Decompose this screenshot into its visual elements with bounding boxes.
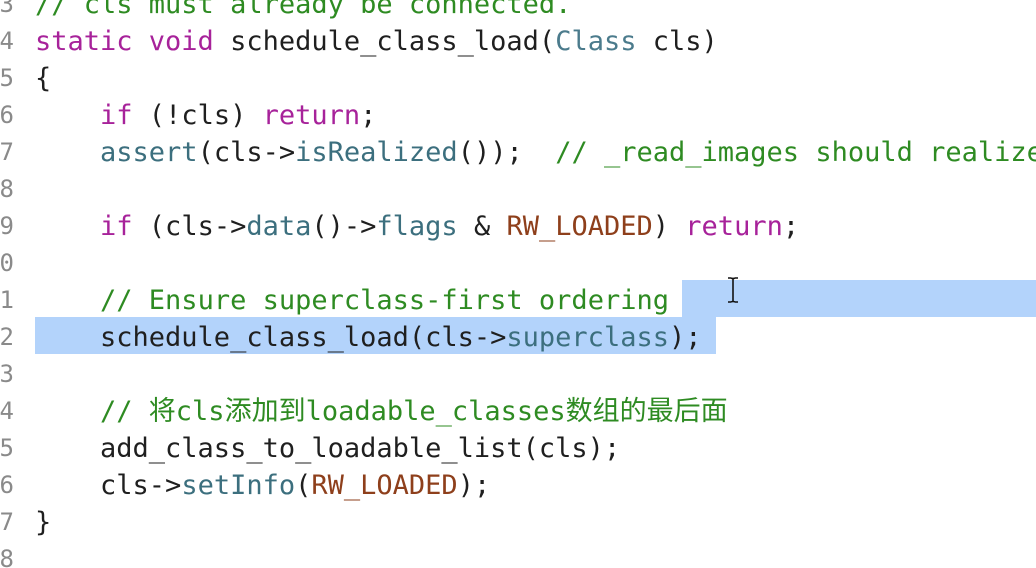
code-token: ); xyxy=(457,470,491,501)
code-text: if (cls->data()->flags & RW_LOADED) retu… xyxy=(35,208,799,245)
code-token: cls) xyxy=(636,26,718,57)
line-number: 4 xyxy=(0,397,14,425)
code-token: RW_LOADED xyxy=(311,470,458,501)
code-token: setInfo xyxy=(181,470,296,501)
code-token: { xyxy=(35,63,52,94)
code-line[interactable]: 0 xyxy=(0,245,1036,282)
code-editor[interactable]: 3 // cls must already be connected. 4 stati… xyxy=(0,0,1036,568)
code-token: // 将cls添加到loadable_classes数组的最后面 xyxy=(100,396,728,427)
code-token: ()); xyxy=(457,137,556,168)
code-token: static void xyxy=(35,26,231,57)
code-line[interactable]: 1 // Ensure superclass-first ordering xyxy=(0,282,1036,319)
code-line[interactable]: 8 xyxy=(0,541,1036,568)
code-token: Class xyxy=(555,26,637,57)
code-line[interactable]: 3 // cls must already be connected. xyxy=(0,0,1036,23)
line-number: 0 xyxy=(0,249,14,277)
line-number: 6 xyxy=(0,471,14,499)
code-token: ); xyxy=(668,322,702,353)
code-token: return xyxy=(262,100,361,131)
code-line[interactable]: 2 schedule_class_load(cls->superclass); xyxy=(0,319,1036,356)
code-token: RW_LOADED xyxy=(506,211,653,242)
code-token: schedule_class_load( xyxy=(230,26,556,57)
code-token: isRealized xyxy=(295,137,458,168)
line-number: 3 xyxy=(0,360,14,388)
line-number: 4 xyxy=(0,27,14,55)
line-number: 8 xyxy=(0,175,14,203)
code-line[interactable]: 4 static void schedule_class_load(Class c… xyxy=(0,23,1036,60)
code-text: static void schedule_class_load(Class cl… xyxy=(35,23,718,60)
code-token: schedule_class_load(cls-> xyxy=(35,322,507,353)
code-text: if (!cls) return; xyxy=(35,97,376,134)
code-token: return xyxy=(685,211,783,242)
line-number: 1 xyxy=(0,286,14,314)
line-number: 9 xyxy=(0,212,14,240)
code-line[interactable]: 3 xyxy=(0,356,1036,393)
code-line[interactable]: 7} xyxy=(0,504,1036,541)
code-line[interactable]: 4 // 将cls添加到loadable_classes数组的最后面 xyxy=(0,393,1036,430)
code-token: ) xyxy=(652,211,686,242)
code-text: cls->setInfo(RW_LOADED); xyxy=(35,467,490,504)
code-token: // Ensure superclass-first ordering xyxy=(100,285,669,316)
line-number: 3 xyxy=(0,0,14,18)
code-token: if xyxy=(100,211,133,242)
code-text: { xyxy=(35,60,51,97)
code-text: // Ensure superclass-first ordering xyxy=(35,282,669,319)
line-number: 5 xyxy=(0,64,14,92)
code-token: data xyxy=(246,211,312,242)
code-text: // cls must already be connected. xyxy=(35,0,571,23)
code-token: (cls-> xyxy=(197,137,296,168)
code-text: assert(cls->isRealized()); // _read_imag… xyxy=(35,134,1036,171)
code-token: ( xyxy=(295,470,312,501)
code-text: } xyxy=(35,504,51,541)
code-line[interactable]: 6 cls->setInfo(RW_LOADED); xyxy=(0,467,1036,504)
code-token: // cls must already be connected. xyxy=(35,0,572,20)
code-token: flags xyxy=(376,211,458,242)
code-token: ; xyxy=(360,100,377,131)
line-number: 7 xyxy=(0,508,14,536)
line-number: 8 xyxy=(0,545,14,568)
code-text: add_class_to_loadable_list(cls); xyxy=(35,430,620,467)
code-token: add_class_to_loadable_list(cls); xyxy=(35,433,621,464)
code-token: superclass xyxy=(506,322,669,353)
code-token: (cls-> xyxy=(132,211,247,242)
code-token: ()-> xyxy=(311,211,377,242)
line-number: 2 xyxy=(0,323,14,351)
code-line[interactable]: 7 assert(cls->isRealized()); // _read_im… xyxy=(0,134,1036,171)
line-number: 5 xyxy=(0,434,14,462)
line-number: 6 xyxy=(0,101,14,129)
line-number: 7 xyxy=(0,138,14,166)
code-token: ; xyxy=(782,211,800,242)
code-line[interactable]: 9 if (cls->data()->flags & RW_LOADED) re… xyxy=(0,208,1036,245)
code-token: // _read_images should realize xyxy=(555,137,1036,168)
text-cursor-icon xyxy=(728,277,738,303)
code-token: } xyxy=(35,507,52,538)
code-token: if xyxy=(100,100,133,131)
code-token: (!cls) xyxy=(132,100,263,131)
code-line[interactable]: 5 add_class_to_loadable_list(cls); xyxy=(0,430,1036,467)
code-text: schedule_class_load(cls->superclass); xyxy=(35,319,701,356)
code-token: assert xyxy=(100,137,198,168)
code-token: & xyxy=(457,211,507,242)
code-text: // 将cls添加到loadable_classes数组的最后面 xyxy=(35,393,728,430)
code-line[interactable]: 8 xyxy=(0,171,1036,208)
code-line[interactable]: 6 if (!cls) return; xyxy=(0,97,1036,134)
code-line[interactable]: 5{ xyxy=(0,60,1036,97)
code-token: cls-> xyxy=(35,470,182,501)
